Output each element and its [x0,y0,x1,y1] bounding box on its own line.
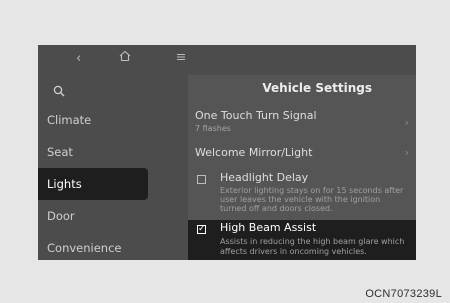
sidebar-item-door[interactable]: Door [38,200,186,232]
settings-sidebar: Climate Seat Lights Door Convenience [38,75,188,260]
search-icon[interactable] [53,82,65,101]
setting-description: turned off and doors closed. [220,204,333,213]
back-icon[interactable]: ‹ [76,51,81,67]
setting-title: High Beam Assist [220,221,317,234]
sidebar-item-seat[interactable]: Seat [38,136,186,168]
sidebar-item-convenience[interactable]: Convenience [38,232,186,260]
setting-row-welcome-mirror-light[interactable]: Welcome Mirror/Light › [188,141,416,165]
chevron-right-icon: › [404,116,409,129]
setting-row-headlight-delay[interactable]: Headlight Delay Exterior lighting stays … [188,169,416,213]
setting-row-high-beam-assist[interactable]: ✓ High Beam Assist Assists in reducing t… [188,220,416,260]
figure-caption: OCN7073239L [365,288,442,300]
setting-description: Assists in reducing the high beam glare … [220,237,405,246]
setting-title: Headlight Delay [220,171,309,184]
setting-title: One Touch Turn Signal [195,109,317,122]
settings-content: Vehicle Settings One Touch Turn Signal 7… [188,75,416,260]
infotainment-screen: ‹ Climate Seat Lights Door Convenience V… [38,45,416,260]
setting-title: Welcome Mirror/Light [195,146,313,159]
check-icon: ✓ [198,224,206,234]
menu-icon[interactable] [176,51,186,67]
home-icon[interactable] [119,50,131,67]
setting-description: affects drivers in oncoming vehicles. [220,247,367,256]
sidebar-item-climate[interactable]: Climate [38,104,186,136]
setting-row-one-touch-turn-signal[interactable]: One Touch Turn Signal 7 flashes › [188,107,416,137]
setting-value: 7 flashes [195,124,231,133]
high-beam-assist-checkbox[interactable]: ✓ [197,224,206,234]
page-title: Vehicle Settings [262,81,372,95]
top-bar: ‹ [38,45,416,75]
chevron-right-icon: › [404,146,409,159]
sidebar-item-lights[interactable]: Lights [38,168,148,200]
headlight-delay-checkbox[interactable] [197,175,206,184]
